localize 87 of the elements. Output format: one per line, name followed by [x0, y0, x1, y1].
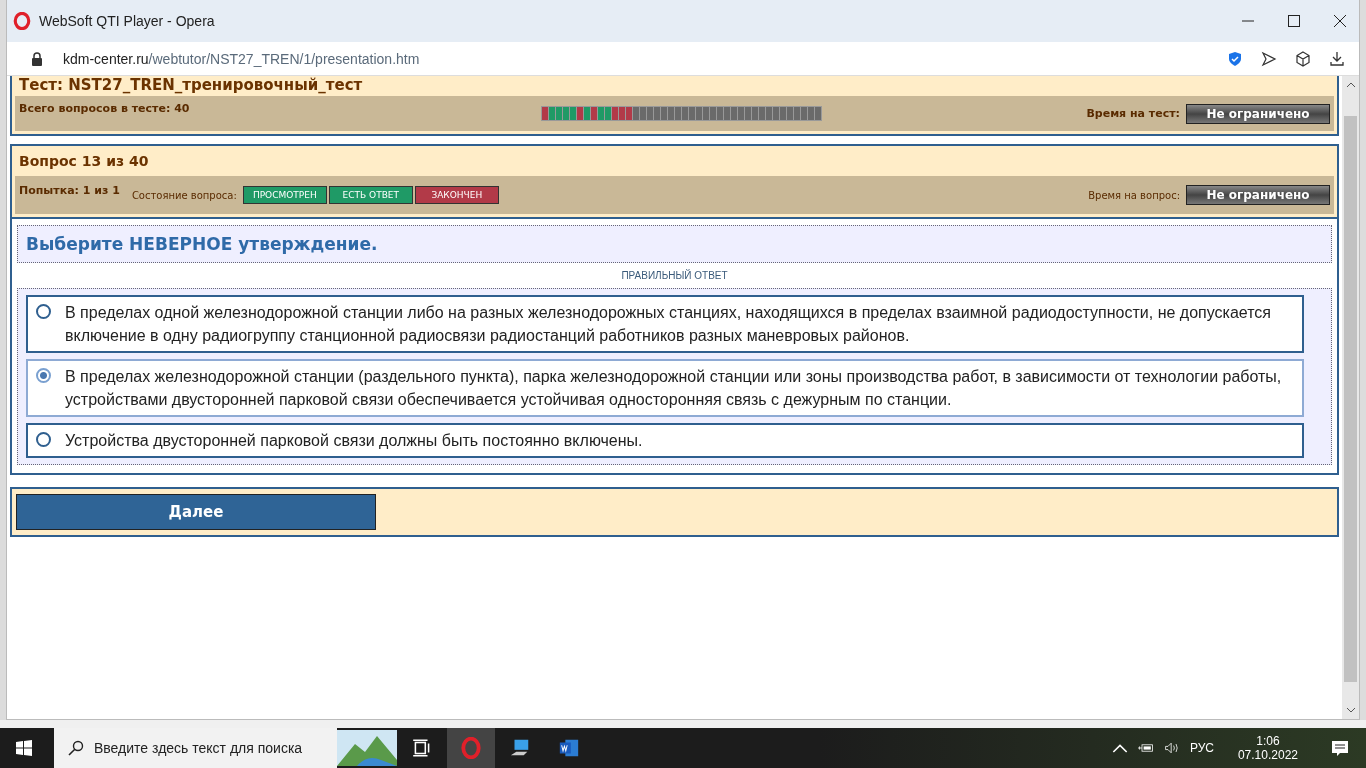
progress-square[interactable] [661, 107, 668, 120]
question-state-label: Состояние вопроса: [131, 189, 237, 201]
opera-icon [460, 737, 482, 759]
progress-square[interactable] [759, 107, 766, 120]
document-app-icon [558, 737, 580, 759]
notification-icon[interactable] [1330, 738, 1350, 758]
state-badge: ЗАКОНЧЕН [414, 186, 499, 204]
progress-square[interactable] [605, 107, 612, 120]
url-text: kdm-center.ru/webtutor/NST27_TREN/1/presentation.htm [63, 50, 420, 67]
progress-square[interactable] [675, 107, 682, 120]
battery-icon[interactable] [1137, 741, 1154, 755]
shield-icon[interactable] [1227, 50, 1243, 67]
question-time-value: Не ограничено [1186, 185, 1330, 205]
progress-square[interactable] [542, 107, 549, 120]
progress-square[interactable] [647, 107, 654, 120]
scroll-up-icon[interactable] [1345, 82, 1356, 88]
progress-square[interactable] [584, 107, 591, 120]
send-icon[interactable] [1261, 50, 1277, 67]
taskbar-search-field[interactable]: Введите здесь текст для поиска [54, 728, 337, 768]
progress-square[interactable] [668, 107, 675, 120]
speaker-icon[interactable] [1163, 741, 1180, 755]
opera-logo-icon [13, 12, 31, 30]
progress-square[interactable] [591, 107, 598, 120]
progress-square[interactable] [801, 107, 808, 120]
test-time-value: Не ограничено [1186, 103, 1330, 124]
clock-date[interactable]: 07.10.2022 [1237, 748, 1298, 762]
correct-answer-label: ПРАВИЛЬНЫЙ ОТВЕТ [620, 268, 729, 283]
question-number: Вопрос 13 из 40 [18, 152, 150, 171]
progress-square[interactable] [703, 107, 710, 120]
cube-icon[interactable] [1295, 50, 1311, 67]
test-title: Тест: NST27_TREN_тренировочный_тест [18, 76, 364, 94]
progress-square[interactable] [682, 107, 689, 120]
progress-square[interactable] [780, 107, 787, 120]
progress-square[interactable] [808, 107, 815, 120]
scroll-down-icon[interactable] [1345, 707, 1356, 713]
progress-square[interactable] [773, 107, 780, 120]
progress-square[interactable] [570, 107, 577, 120]
progress-square[interactable] [612, 107, 619, 120]
question-time-label: Время на вопрос: [1088, 189, 1180, 201]
clock-time[interactable]: 1:06 [1256, 734, 1280, 748]
answer-option[interactable]: В пределах железнодорожной станции (раздельного пункта), парка железнодорожной станции или зоны производства работ, в зависимости от технологии работы, устройствами двусторонней парковой связи обеспечивается устойчивая односторонняя связь с дежурным по станции. [26, 359, 1304, 417]
progress-square[interactable] [696, 107, 703, 120]
progress-square[interactable] [724, 107, 731, 120]
progress-square[interactable] [787, 107, 794, 120]
next-button[interactable]: Далее [16, 494, 376, 530]
total-questions-label: Всего вопросов в тесте: 40 [19, 102, 190, 115]
progress-square[interactable] [654, 107, 661, 120]
radio-button[interactable] [36, 304, 51, 319]
window-title: WebSoft QTI Player - Opera [39, 13, 215, 29]
test-time-label: Время на тест: [1086, 107, 1180, 120]
question-prompt: Выберите НЕВЕРНОЕ утверждение. [17, 225, 1332, 263]
progress-square[interactable] [689, 107, 696, 120]
close-icon[interactable] [1333, 14, 1347, 28]
maximize-icon[interactable] [1287, 14, 1301, 28]
progress-square[interactable] [556, 107, 563, 120]
progress-square[interactable] [633, 107, 640, 120]
scrollbar[interactable] [1342, 76, 1359, 719]
answer-option[interactable]: В пределах одной железнодорожной станции либо на разных железнодорожных станциях, находящихся в пределах взаимной радиодоступности, не допускается включение в одну радиогруппу станционной радиосвязи радиостанций работников разных маневровых районов. [26, 295, 1304, 353]
progress-square[interactable] [794, 107, 801, 120]
progress-square[interactable] [752, 107, 759, 120]
download-icon[interactable] [1329, 50, 1345, 67]
scroll-thumb[interactable] [1344, 116, 1357, 682]
progress-square[interactable] [563, 107, 570, 120]
landscape-drawing [337, 728, 397, 768]
radio-button[interactable] [36, 432, 51, 447]
progress-square[interactable] [731, 107, 738, 120]
attempt-label: Попытка: 1 из 1 [19, 184, 120, 197]
progress-square[interactable] [710, 107, 717, 120]
progress-square[interactable] [626, 107, 633, 120]
language-indicator[interactable]: РУС [1189, 741, 1214, 755]
progress-square[interactable] [766, 107, 773, 120]
opera-taskbar-button[interactable] [447, 728, 495, 768]
progress-square[interactable] [577, 107, 584, 120]
windows-start-icon[interactable] [16, 740, 32, 756]
progress-square[interactable] [717, 107, 724, 120]
lock-icon [31, 51, 43, 66]
answer-option[interactable]: Устройства двусторонней парковой связи должны быть постоянно включены. [26, 423, 1304, 458]
progress-square[interactable] [619, 107, 626, 120]
progress-square[interactable] [640, 107, 647, 120]
radio-button[interactable] [36, 368, 51, 383]
progress-square[interactable] [549, 107, 556, 120]
state-badge: ПРОСМОТРЕН [242, 186, 327, 204]
progress-square[interactable] [598, 107, 605, 120]
state-badge: ЕСТЬ ОТВЕТ [328, 186, 413, 204]
progress-square[interactable] [745, 107, 752, 120]
progress-square[interactable] [738, 107, 745, 120]
progress-square[interactable] [815, 107, 822, 120]
